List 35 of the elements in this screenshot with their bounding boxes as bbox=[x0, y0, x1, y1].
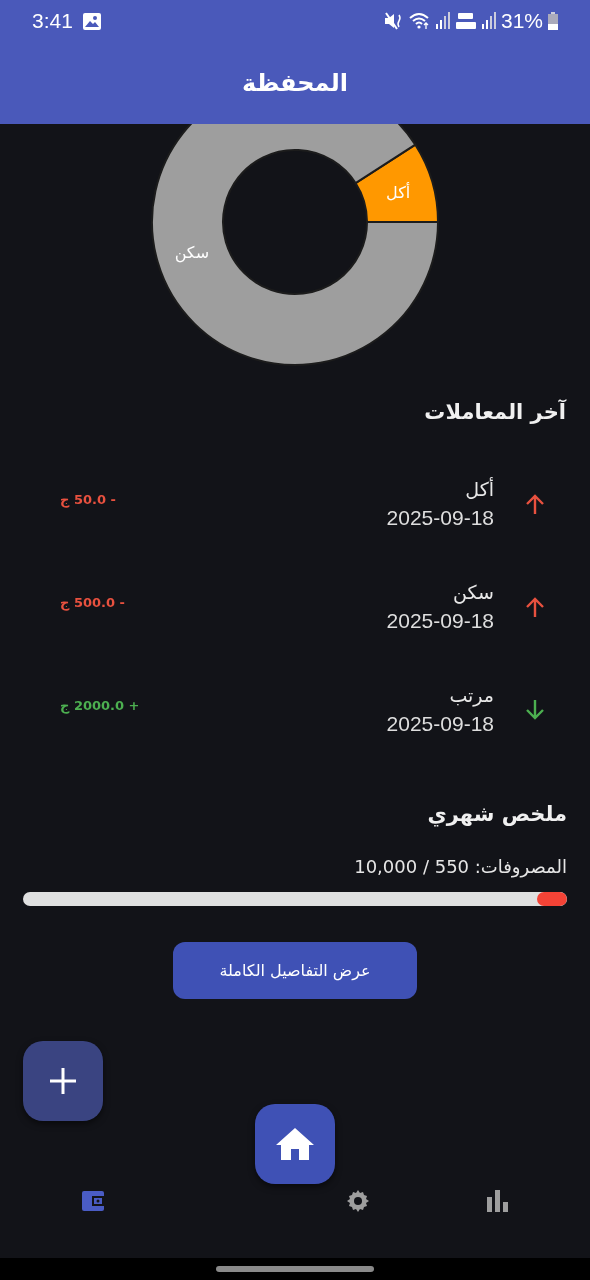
clock-time: 3:41 bbox=[32, 9, 73, 33]
nav-bar-chart-tab[interactable] bbox=[485, 1189, 509, 1213]
transaction-date: 2025-09-18 bbox=[386, 608, 494, 633]
add-button[interactable] bbox=[23, 1041, 103, 1121]
section-title: آخر المعاملات bbox=[423, 400, 566, 426]
home-button[interactable] bbox=[255, 1104, 335, 1184]
app-title: المحفظة bbox=[242, 69, 348, 97]
transaction-date: 2025-09-18 bbox=[386, 505, 494, 530]
section-title: ملخص شهري bbox=[426, 802, 567, 829]
mute-icon bbox=[383, 12, 404, 30]
transaction-amount: + 2000.0 ج bbox=[60, 698, 140, 713]
arrow-down-icon bbox=[523, 697, 547, 722]
nav-wallet-tab[interactable] bbox=[81, 1189, 105, 1213]
transaction-date: 2025-09-18 bbox=[386, 711, 494, 736]
nav-settings-tab[interactable] bbox=[346, 1189, 370, 1213]
transaction-name: مرتب bbox=[448, 683, 494, 706]
wifi-icon bbox=[408, 12, 431, 30]
bar-chart-icon bbox=[485, 1189, 509, 1213]
battery-percent: 31% bbox=[500, 9, 543, 33]
transaction-name: سكن bbox=[452, 580, 494, 603]
signal-icon bbox=[481, 12, 496, 30]
slice-label: أكل bbox=[386, 182, 411, 202]
slice-label: سكن bbox=[174, 243, 210, 263]
transaction-amount: - 50.0 ج bbox=[60, 492, 116, 507]
image-icon bbox=[82, 12, 101, 30]
transaction-name: أكل bbox=[464, 477, 494, 500]
home-icon bbox=[276, 1128, 314, 1160]
signal-icon bbox=[435, 12, 450, 30]
expenses-label: المصروفات: 550 / 10,000 bbox=[353, 856, 567, 880]
plus-icon bbox=[49, 1067, 77, 1095]
settings-icon bbox=[346, 1189, 370, 1213]
details-button[interactable]: عرض التفاصيل الكاملة bbox=[173, 942, 417, 999]
battery-icon bbox=[548, 12, 558, 30]
wallet-icon bbox=[81, 1189, 105, 1213]
transaction-amount: - 500.0 ج bbox=[60, 595, 125, 610]
